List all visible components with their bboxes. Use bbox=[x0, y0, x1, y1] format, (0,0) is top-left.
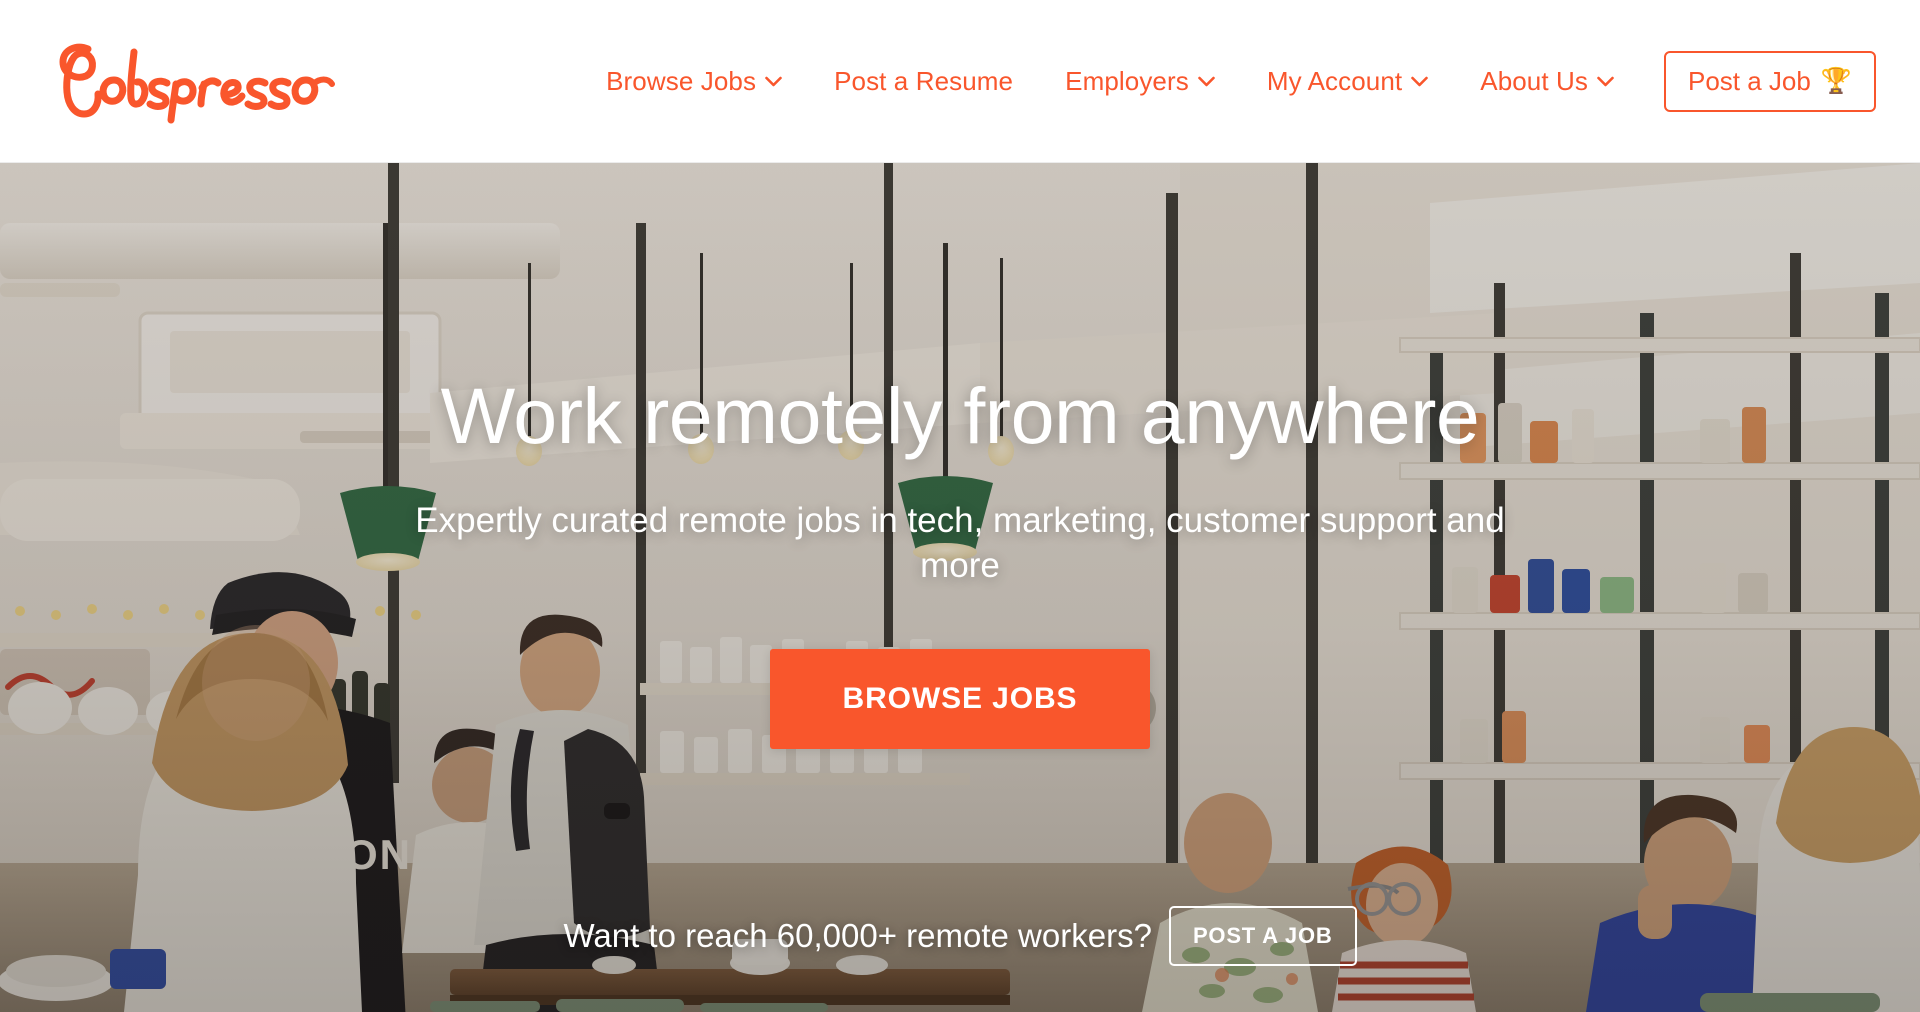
page-root: Browse Jobs Post a Resume Employers My A… bbox=[0, 0, 1920, 1012]
chevron-down-icon bbox=[1597, 76, 1614, 87]
nav-item-browse-jobs[interactable]: Browse Jobs bbox=[580, 56, 808, 107]
footer-post-a-job-button[interactable]: POST A JOB bbox=[1168, 906, 1357, 966]
chevron-down-icon bbox=[765, 76, 782, 87]
trophy-icon: 🏆 bbox=[1820, 66, 1852, 95]
nav-item-post-a-resume[interactable]: Post a Resume bbox=[808, 56, 1039, 107]
hero-footer-bar: Want to reach 60,000+ remote workers? PO… bbox=[0, 906, 1920, 966]
chevron-down-icon bbox=[1198, 76, 1215, 87]
site-logo[interactable] bbox=[36, 31, 386, 131]
browse-jobs-button[interactable]: BROWSE JOBS bbox=[770, 649, 1150, 750]
chevron-down-icon bbox=[1411, 76, 1429, 87]
site-header: Browse Jobs Post a Resume Employers My A… bbox=[0, 0, 1920, 163]
nav-item-about-us[interactable]: About Us bbox=[1454, 56, 1640, 107]
nav-item-employers[interactable]: Employers bbox=[1039, 56, 1241, 107]
post-a-job-button[interactable]: Post a Job 🏆 bbox=[1664, 50, 1876, 112]
hero-section: SHOP LONDON bbox=[0, 163, 1920, 1012]
nav-label: Employers bbox=[1065, 65, 1189, 96]
hero-content: Work remotely from anywhere Expertly cur… bbox=[0, 163, 1920, 1012]
nav-label: Browse Jobs bbox=[606, 65, 757, 96]
nav-item-my-account[interactable]: My Account bbox=[1241, 56, 1454, 107]
post-a-job-label: Post a Job bbox=[1688, 65, 1811, 96]
primary-navigation: Browse Jobs Post a Resume Employers My A… bbox=[386, 50, 1920, 112]
nav-label: My Account bbox=[1266, 65, 1403, 96]
nav-label: About Us bbox=[1480, 65, 1588, 96]
nav-label: Post a Resume bbox=[834, 65, 1014, 96]
hero-subtitle: Expertly curated remote jobs in tech, ma… bbox=[415, 500, 1505, 585]
hero-title: Work remotely from anywhere bbox=[440, 371, 1480, 460]
reach-workers-text: Want to reach 60,000+ remote workers? bbox=[563, 917, 1152, 954]
